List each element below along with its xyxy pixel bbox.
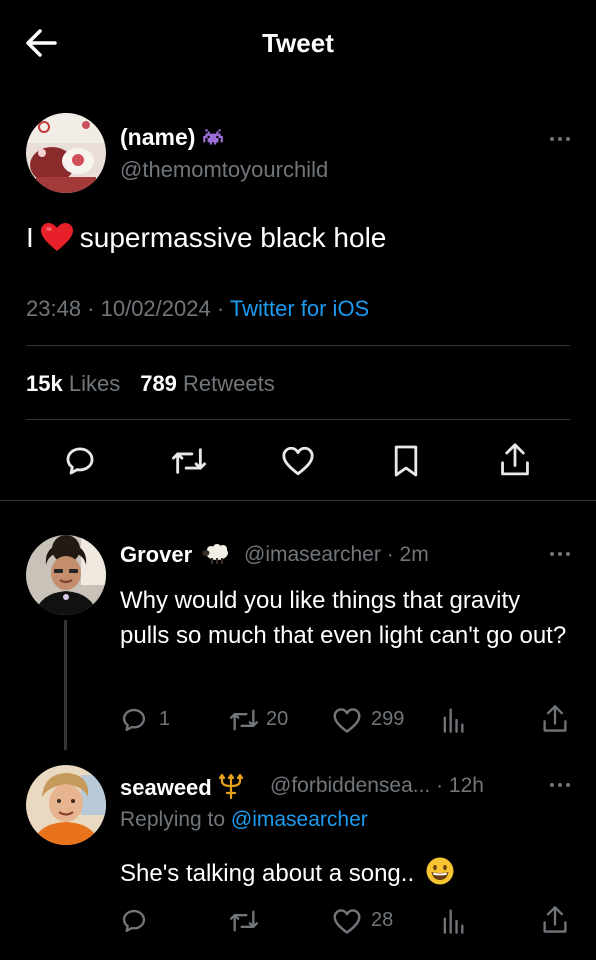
retweets-count: 789: [140, 371, 177, 396]
tweet-text-prefix: I: [26, 222, 34, 253]
timestamp: 23:48 · 10/02/2024 ·: [26, 296, 230, 321]
like-icon[interactable]: [332, 908, 362, 940]
retweets-label: Retweets: [183, 371, 275, 396]
reply-author-name[interactable]: seaweed: [120, 773, 244, 805]
top-bar: Tweet: [0, 0, 596, 88]
reply-text-content: She's talking about a song..: [120, 860, 415, 887]
grinning-emoji-icon: [425, 856, 455, 896]
retweet-icon[interactable]: [228, 706, 260, 739]
avatar[interactable]: [26, 765, 106, 845]
reply-author-name-text: Grover: [120, 542, 193, 567]
reply-count: 1: [159, 708, 171, 730]
like-icon[interactable]: [281, 445, 315, 482]
page-title: Tweet: [262, 28, 334, 58]
replying-prefix: Replying to: [120, 808, 231, 831]
sheep-emoji-icon: [202, 542, 230, 572]
share-icon[interactable]: [541, 704, 569, 739]
divider: [26, 345, 570, 346]
more-icon[interactable]: [548, 549, 572, 559]
replying-to: Replying to @imasearcher: [120, 808, 368, 832]
reply-text: She's talking about a song..: [120, 856, 570, 896]
tweet-text-suffix: supermassive black hole: [79, 222, 387, 253]
likes-label: Likes: [68, 371, 121, 396]
bookmark-icon[interactable]: [392, 444, 420, 483]
heart-emoji-icon: [40, 222, 74, 259]
retweet-icon[interactable]: [228, 907, 260, 940]
avatar[interactable]: [26, 113, 106, 193]
retweet-count: 20: [266, 708, 289, 730]
reply-author-name-text: seaweed: [120, 775, 212, 800]
divider: [0, 500, 596, 501]
likes-count: 15k: [26, 371, 63, 396]
client-link[interactable]: Twitter for iOS: [230, 296, 369, 321]
share-icon[interactable]: [498, 442, 532, 483]
reply-author-handle[interactable]: @forbiddensea... · 12h: [270, 774, 484, 798]
mention-link[interactable]: @imasearcher: [231, 808, 368, 831]
more-icon[interactable]: [548, 780, 572, 790]
trident-emoji-icon: [218, 773, 244, 805]
reply-author-name[interactable]: Grover: [120, 542, 230, 572]
reply-text: Why would you like things that gravity p…: [120, 587, 567, 649]
tweet-meta: 23:48 · 10/02/2024 · Twitter for iOS: [26, 296, 369, 322]
author-name[interactable]: (name): [120, 124, 225, 153]
avatar[interactable]: [26, 535, 106, 615]
like-count: 28: [371, 909, 394, 931]
retweet-icon[interactable]: [170, 444, 208, 483]
more-icon[interactable]: [548, 134, 572, 144]
divider: [26, 419, 570, 420]
likes-stat[interactable]: 15k Likes: [26, 371, 120, 396]
reply-icon[interactable]: [120, 706, 148, 739]
like-icon[interactable]: [332, 707, 362, 739]
views-icon[interactable]: [440, 706, 466, 739]
author-handle[interactable]: @themomtoyourchild: [120, 157, 328, 183]
reply-icon[interactable]: [63, 444, 97, 483]
like-count: 299: [371, 708, 405, 730]
tweet-text: Isupermassive black hole: [26, 222, 386, 259]
share-icon[interactable]: [541, 905, 569, 940]
thread-line: [64, 620, 67, 750]
tweet-stats: 15k Likes 789 Retweets: [26, 371, 275, 397]
space-invader-icon: [201, 126, 225, 153]
reply-icon[interactable]: [120, 907, 148, 940]
views-icon[interactable]: [440, 907, 466, 940]
reply-author-handle[interactable]: @imasearcher · 2m: [244, 543, 429, 567]
retweets-stat[interactable]: 789 Retweets: [140, 371, 275, 396]
author-name-text: (name): [120, 124, 196, 150]
